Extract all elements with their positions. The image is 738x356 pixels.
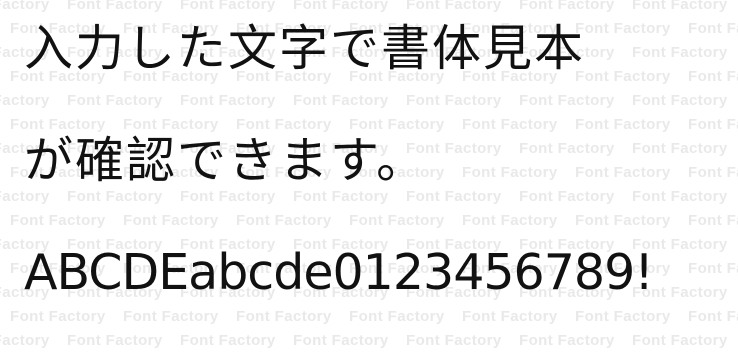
watermark-text: Font Factory: [462, 308, 558, 325]
watermark-text: Font Factory: [10, 212, 106, 229]
watermark-text: Font Factory: [632, 332, 728, 349]
watermark-text: Font Factory: [519, 140, 615, 157]
sample-text-line-2: が確認できます。: [24, 132, 428, 189]
watermark-text: Font Factory: [293, 0, 389, 13]
sample-text-line-3: ABCDEabcde0123456789!: [24, 244, 654, 301]
watermark-text: Font Factory: [688, 260, 738, 277]
watermark-row: Font Factory Font Factory Font Factory Font…: [0, 0, 738, 13]
watermark-text: Font Factory: [349, 308, 445, 325]
sample-text-line-1: 入力した文字で書体見本: [24, 20, 586, 77]
watermark-text: Font Factory: [293, 188, 389, 205]
watermark-text: Font Factory: [10, 308, 106, 325]
watermark-text: Font Factory: [236, 308, 332, 325]
watermark-text: Font Factory: [688, 308, 738, 325]
watermark-text: Font Factory: [406, 0, 502, 13]
watermark-text: Font Factory: [519, 188, 615, 205]
watermark-text: Font Factory: [462, 212, 558, 229]
watermark-row: Font Factory Font Factory Font Factory Font…: [0, 188, 738, 205]
watermark-text: Font Factory: [10, 116, 106, 133]
watermark-text: Font Factory: [67, 92, 163, 109]
watermark-text: Font Factory: [67, 0, 163, 13]
watermark-text: Font Factory: [0, 92, 50, 109]
watermark-text: Font Factory: [632, 0, 728, 13]
watermark-text: Font Factory: [632, 92, 728, 109]
watermark-text: Font Factory: [575, 164, 671, 181]
watermark-text: Font Factory: [688, 68, 738, 85]
watermark-text: Font Factory: [575, 212, 671, 229]
watermark-text: Font Factory: [519, 332, 615, 349]
watermark-text: Font Factory: [349, 212, 445, 229]
watermark-row: Font Factory Font Factory Font Factory Font…: [0, 92, 738, 109]
watermark-row: Font Factory Font Factory Font Factory Font…: [10, 212, 738, 229]
watermark-text: Font Factory: [123, 308, 219, 325]
watermark-text: Font Factory: [575, 116, 671, 133]
watermark-text: Font Factory: [632, 44, 728, 61]
watermark-row: Font Factory Font Factory Font Factory Font…: [10, 116, 738, 133]
watermark-text: Font Factory: [632, 188, 728, 205]
watermark-text: Font Factory: [236, 116, 332, 133]
watermark-text: Font Factory: [67, 188, 163, 205]
watermark-text: Font Factory: [462, 116, 558, 133]
watermark-text: Font Factory: [688, 212, 738, 229]
watermark-text: Font Factory: [0, 332, 50, 349]
watermark-text: Font Factory: [0, 0, 50, 13]
watermark-text: Font Factory: [0, 188, 50, 205]
watermark-text: Font Factory: [688, 20, 738, 37]
watermark-text: Font Factory: [349, 116, 445, 133]
watermark-text: Font Factory: [575, 308, 671, 325]
watermark-text: Font Factory: [462, 164, 558, 181]
watermark-text: Font Factory: [293, 92, 389, 109]
watermark-text: Font Factory: [180, 332, 276, 349]
watermark-text: Font Factory: [180, 0, 276, 13]
watermark-text: Font Factory: [688, 164, 738, 181]
watermark-text: Font Factory: [406, 332, 502, 349]
watermark-text: Font Factory: [575, 68, 671, 85]
watermark-text: Font Factory: [575, 20, 671, 37]
watermark-text: Font Factory: [632, 140, 728, 157]
watermark-text: Font Factory: [688, 116, 738, 133]
font-sample-canvas: Font Factory Font Factory Font Factory Font…: [0, 0, 738, 356]
watermark-text: Font Factory: [406, 92, 502, 109]
watermark-text: Font Factory: [519, 92, 615, 109]
watermark-text: Font Factory: [236, 212, 332, 229]
watermark-text: Font Factory: [293, 332, 389, 349]
watermark-text: Font Factory: [406, 188, 502, 205]
watermark-row: Font Factory Font Factory Font Factory Font…: [0, 332, 738, 349]
watermark-text: Font Factory: [123, 212, 219, 229]
watermark-text: Font Factory: [180, 92, 276, 109]
watermark-text: Font Factory: [180, 188, 276, 205]
watermark-text: Font Factory: [123, 116, 219, 133]
watermark-text: Font Factory: [519, 0, 615, 13]
watermark-text: Font Factory: [67, 332, 163, 349]
watermark-row: Font Factory Font Factory Font Factory Font…: [10, 308, 738, 325]
